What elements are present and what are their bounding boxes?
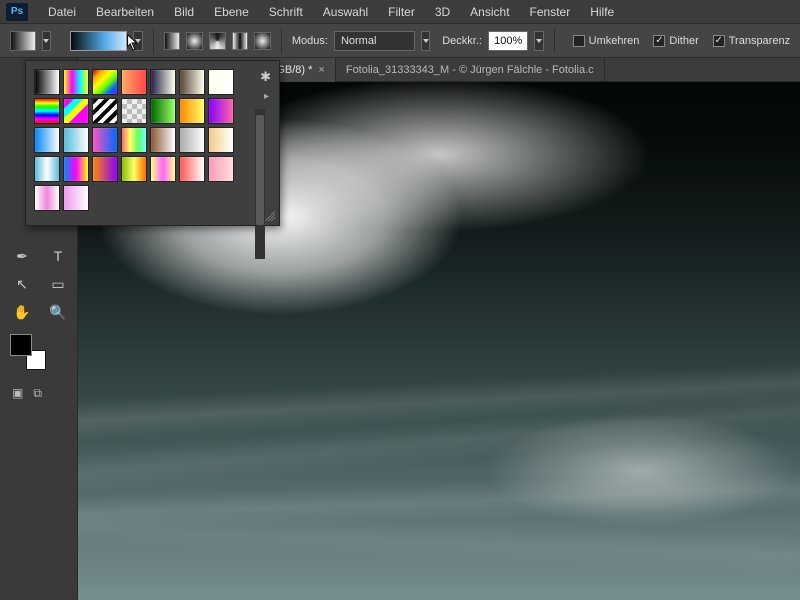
divider <box>153 29 154 53</box>
pen-tool[interactable]: ✒ <box>6 244 38 268</box>
gradient-preset[interactable] <box>63 185 89 211</box>
menu-bar: Ps Datei Bearbeiten Bild Ebene Schrift A… <box>0 0 800 24</box>
options-bar: Modus: Normal Deckkr.: 100% Umkehren Dit… <box>0 24 800 58</box>
mode-label: Modus: <box>292 35 328 47</box>
gradient-preset[interactable] <box>150 98 176 124</box>
quickmask-icon[interactable]: ▣ <box>12 386 23 401</box>
gradient-preset[interactable] <box>208 98 234 124</box>
reverse-checkbox[interactable]: Umkehren <box>573 35 640 47</box>
divider <box>554 29 555 53</box>
gradient-preset[interactable] <box>34 69 60 95</box>
gradient-type-reflected[interactable] <box>232 32 249 50</box>
menu-edit[interactable]: Bearbeiten <box>88 3 162 21</box>
menu-select[interactable]: Auswahl <box>315 3 376 21</box>
gradient-preset[interactable] <box>121 69 147 95</box>
tool-preset-swatch[interactable] <box>10 31 36 51</box>
gradient-preset[interactable] <box>179 156 205 182</box>
gradient-type-radial[interactable] <box>186 32 203 50</box>
menu-layer[interactable]: Ebene <box>206 3 257 21</box>
opacity-dropdown-arrow[interactable] <box>534 31 543 51</box>
gradient-preset[interactable] <box>63 69 89 95</box>
gradient-preset[interactable] <box>63 98 89 124</box>
dither-checkbox[interactable]: Dither <box>653 35 698 47</box>
gradient-preset[interactable] <box>150 156 176 182</box>
gradient-preset[interactable] <box>34 156 60 182</box>
tab-label: Fotolia_31333343_M - © Jürgen Fälchle - … <box>346 64 594 76</box>
menu-type[interactable]: Schrift <box>261 3 311 21</box>
resize-handle-icon[interactable] <box>265 211 275 221</box>
opacity-label: Deckkr.: <box>442 35 482 47</box>
transparency-label: Transparenz <box>729 35 790 47</box>
gradient-preset[interactable] <box>92 69 118 95</box>
gradient-preset[interactable] <box>121 127 147 153</box>
foreground-background-swatch[interactable] <box>10 334 46 370</box>
close-icon[interactable]: × <box>318 64 324 76</box>
gradient-preset[interactable] <box>34 185 60 211</box>
checkbox-icon <box>573 35 585 47</box>
gradient-preset[interactable] <box>208 69 234 95</box>
foreground-color-swatch[interactable] <box>10 334 32 356</box>
gradient-preset[interactable] <box>179 98 205 124</box>
menu-help[interactable]: Hilfe <box>582 3 622 21</box>
tool-grid: ✒ T ↖ ▭ ✋ 🔍 <box>6 244 71 324</box>
opacity-input[interactable]: 100% <box>488 31 528 51</box>
gradient-picker-dropdown[interactable] <box>133 31 142 51</box>
gradient-preset-grid <box>34 69 249 211</box>
screenmode-icon[interactable]: ⧉ <box>33 386 42 401</box>
dither-label: Dither <box>669 35 698 47</box>
checkbox-icon <box>653 35 665 47</box>
gradient-preset[interactable] <box>121 98 147 124</box>
type-tool[interactable]: T <box>42 244 74 268</box>
gradient-type-diamond[interactable] <box>254 32 271 50</box>
gradient-preset[interactable] <box>150 127 176 153</box>
menu-image[interactable]: Bild <box>166 3 202 21</box>
gear-icon[interactable]: ✱ <box>260 69 271 85</box>
menu-filter[interactable]: Filter <box>380 3 423 21</box>
menu-view[interactable]: Ansicht <box>462 3 517 21</box>
rectangle-tool[interactable]: ▭ <box>42 272 74 296</box>
gradient-preset[interactable] <box>63 127 89 153</box>
gradient-preview[interactable] <box>70 31 127 51</box>
gradient-preset[interactable] <box>92 156 118 182</box>
opacity-value: 100% <box>494 35 522 47</box>
hand-tool[interactable]: ✋ <box>6 300 38 324</box>
photoshop-window: Ps Datei Bearbeiten Bild Ebene Schrift A… <box>0 0 800 600</box>
flyout-menu-arrow-icon[interactable]: ▸ <box>264 91 269 102</box>
path-select-tool[interactable]: ↖ <box>6 272 38 296</box>
mode-value: Normal <box>341 35 376 47</box>
checkbox-icon <box>713 35 725 47</box>
gradient-preset[interactable] <box>63 156 89 182</box>
scrollbar[interactable] <box>255 109 265 259</box>
gradient-preset[interactable] <box>121 156 147 182</box>
document-tab[interactable]: Fotolia_31333343_M - © Jürgen Fälchle - … <box>336 58 605 82</box>
gradient-preset[interactable] <box>92 98 118 124</box>
app-logo: Ps <box>6 3 28 21</box>
scrollbar-thumb[interactable] <box>256 115 264 225</box>
zoom-tool[interactable]: 🔍 <box>42 300 74 324</box>
transparency-checkbox[interactable]: Transparenz <box>713 35 790 47</box>
gradient-preset[interactable] <box>208 127 234 153</box>
menu-window[interactable]: Fenster <box>522 3 579 21</box>
menu-3d[interactable]: 3D <box>427 3 458 21</box>
reverse-label: Umkehren <box>589 35 640 47</box>
mode-dropdown-arrow[interactable] <box>421 31 430 51</box>
gradient-preset[interactable] <box>179 69 205 95</box>
gradient-type-linear[interactable] <box>164 32 181 50</box>
gradient-preset[interactable] <box>150 69 176 95</box>
gradient-picker-flyout: ✱ ▸ <box>25 60 280 226</box>
gradient-preset[interactable] <box>208 156 234 182</box>
gradient-type-angle[interactable] <box>209 32 226 50</box>
gradient-preset[interactable] <box>92 127 118 153</box>
mode-select[interactable]: Normal <box>334 31 415 51</box>
gradient-preset[interactable] <box>179 127 205 153</box>
tool-preset-dropdown[interactable] <box>42 31 51 51</box>
gradient-preset[interactable] <box>34 98 60 124</box>
menu-file[interactable]: Datei <box>40 3 84 21</box>
gradient-preset[interactable] <box>34 127 60 153</box>
divider <box>281 29 282 53</box>
